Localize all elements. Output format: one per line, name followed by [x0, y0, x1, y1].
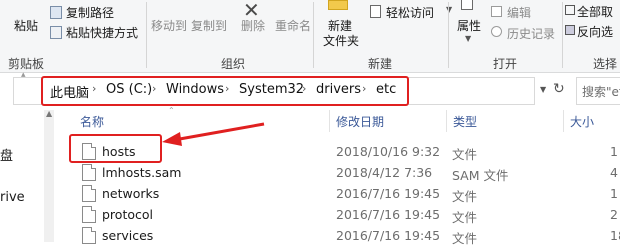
file-type: SAM 文件 [452, 168, 509, 183]
copy-path-icon [50, 6, 62, 19]
file-date: 2018/4/12 7:36 [336, 165, 433, 180]
file-date: 2016/7/16 19:45 [336, 186, 441, 201]
file-date: 2016/7/16 19:45 [336, 207, 441, 222]
file-type: 文件 [452, 189, 478, 204]
invert-selection-icon [565, 25, 575, 35]
select-group: 全部取 反向选 选择 [563, 0, 620, 72]
nav-item-drive-2[interactable]: rive [0, 190, 25, 205]
file-size: 1 [610, 144, 618, 159]
organize-group-label: 组织 [221, 57, 246, 71]
file-type: 文件 [452, 147, 478, 162]
file-size: 2 [610, 207, 618, 222]
edit-icon [491, 6, 502, 17]
paste-shortcut-button[interactable]: 粘贴快捷方式 [66, 24, 138, 41]
select-all-icon [565, 5, 575, 15]
edit-button[interactable]: 编辑 [507, 4, 531, 21]
scroll-up-arrow-icon[interactable]: ▲ [46, 109, 52, 118]
annotation-highlight-box [41, 76, 409, 106]
file-size: 18 [610, 228, 620, 243]
file-date: 2016/7/16 19:45 [336, 228, 441, 243]
nav-item-drive[interactable]: 盘 [0, 145, 13, 164]
properties-chevron-down-icon: ▼ [465, 34, 472, 43]
column-header-date[interactable]: 修改日期 [336, 113, 384, 130]
column-divider [563, 110, 564, 132]
table-row[interactable]: services 2016/7/16 19:45 文件 18 [60, 225, 620, 246]
history-button[interactable]: 历史记录 [507, 25, 555, 42]
delete-button[interactable]: 删除 [241, 17, 265, 34]
ribbon: 粘贴 复制路径 粘贴快捷方式 剪贴板 移动到 复制到 ✕ 删除 重命名 组织 新… [0, 0, 620, 73]
clipboard-group: 粘贴 复制路径 粘贴快捷方式 剪贴板 [0, 0, 146, 72]
file-icon [82, 206, 96, 223]
table-row[interactable]: lmhosts.sam 2018/4/12 7:36 SAM 文件 4 [60, 162, 620, 183]
table-row[interactable]: protocol 2016/7/16 19:45 文件 2 [60, 204, 620, 225]
file-icon [82, 227, 96, 244]
file-size: 4 [610, 165, 618, 180]
paste-button[interactable]: 粘贴 [14, 17, 38, 34]
address-dropdown-chevron-down-icon[interactable]: ▼ [540, 85, 546, 94]
table-row[interactable]: networks 2016/7/16 19:45 文件 1 [60, 183, 620, 204]
column-divider [329, 110, 330, 132]
properties-check-icon [461, 0, 473, 10]
sort-up-icon: ⌃ [168, 106, 175, 115]
paste-shortcut-icon [50, 26, 62, 39]
file-type: 文件 [452, 210, 478, 225]
invert-selection-button[interactable]: 反向选 [577, 23, 613, 40]
easy-access-button[interactable]: 轻松访问 [386, 4, 434, 21]
file-date: 2018/10/16 9:32 [336, 144, 441, 159]
rename-button[interactable]: 重命名 [275, 17, 311, 34]
easy-access-icon [370, 5, 381, 18]
nav-scrollbar[interactable] [44, 110, 54, 242]
new-group: 新建 文件夹 轻松访问 ▼ 新建 [314, 0, 452, 72]
column-header-name[interactable]: 名称 [80, 113, 104, 130]
hosts-highlight-box [69, 134, 162, 163]
history-icon [491, 26, 502, 37]
new-folder-button-line2[interactable]: 文件夹 [323, 32, 359, 49]
copy-to-button[interactable]: 复制到 [191, 17, 227, 34]
new-folder-icon [328, 0, 348, 10]
organize-group: 移动到 复制到 ✕ 删除 重命名 组织 [147, 0, 313, 72]
search-placeholder: 搜索"etc" [582, 85, 620, 99]
open-group: 属性 ▼ 编辑 历史记录 打开 [449, 0, 559, 72]
file-size: 1 [610, 186, 618, 201]
column-header-size[interactable]: 大小 [570, 113, 594, 130]
select-group-label: 选择 [593, 57, 618, 71]
file-name: services [102, 228, 154, 243]
open-group-label: 打开 [493, 57, 518, 71]
file-type: 文件 [452, 231, 478, 246]
file-icon [82, 164, 96, 181]
column-header-type[interactable]: 类型 [453, 113, 477, 130]
select-all-button[interactable]: 全部取 [577, 3, 613, 20]
annotation-arrow-icon [162, 122, 265, 146]
copy-path-button[interactable]: 复制路径 [66, 4, 114, 21]
file-name: networks [102, 186, 160, 201]
column-divider [446, 110, 447, 132]
back-arrow-icon[interactable]: ▴ [21, 70, 26, 80]
move-to-button[interactable]: 移动到 [151, 17, 187, 34]
file-icon [82, 185, 96, 202]
file-name: lmhosts.sam [102, 165, 182, 180]
new-group-label: 新建 [368, 57, 393, 71]
properties-button[interactable]: 属性 [457, 17, 481, 34]
clipboard-group-label: 剪贴板 [8, 57, 45, 71]
file-name: protocol [102, 207, 153, 222]
refresh-icon[interactable]: ↻ [553, 81, 565, 97]
